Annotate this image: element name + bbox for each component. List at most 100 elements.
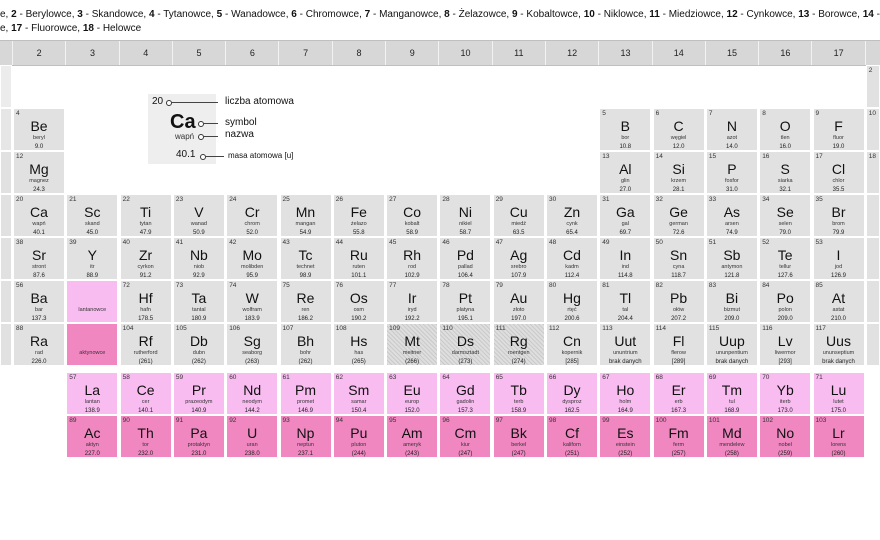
element-cell-lu[interactable]: 71 Lu lutet 175.0: [812, 372, 865, 415]
element-cell-sg[interactable]: 106 Sg seaborg (263): [226, 323, 279, 366]
element-cell-p[interactable]: 15 Pfosfor 31.0: [705, 151, 758, 194]
element-cell-mo[interactable]: 42 Mo molibden 95.9: [226, 237, 279, 280]
element-cell-rg[interactable]: 111 Rg roentgen (274): [492, 323, 545, 366]
element-cell-cm[interactable]: 96 Cm kiur (247): [439, 415, 492, 458]
element-cell-be[interactable]: 4 Be beryl 9.0: [13, 108, 65, 151]
element-cell-bh[interactable]: 107 Bh bohr (262): [279, 323, 332, 366]
element-cell-tc[interactable]: 43 Tc technet 98.9: [279, 237, 332, 280]
element-cell-cr[interactable]: 24 Cr chrom 52.0: [226, 194, 279, 237]
element-cell-partial[interactable]: [865, 280, 880, 323]
element-cell-s[interactable]: 16 Ssiarka 32.1: [759, 151, 812, 194]
element-cell-n[interactable]: 7 Nazot 14.0: [705, 108, 758, 151]
element-cell-mt[interactable]: 109 Mt meitner (266): [386, 323, 439, 366]
element-cell-pr[interactable]: 59 Pr prazeodym 140.9: [172, 372, 225, 415]
element-cell-hs[interactable]: 108 Hs has (265): [332, 323, 385, 366]
element-cell-partial[interactable]: [865, 194, 880, 237]
element-cell-al[interactable]: 13 Al glin 27.0: [599, 151, 652, 194]
element-cell-db[interactable]: 105 Db dubn (262): [172, 323, 225, 366]
element-cell-am[interactable]: 95 Am ameryk (243): [386, 415, 439, 458]
element-cell-y[interactable]: 39 Yitr 88.9: [66, 237, 119, 280]
element-cell-si[interactable]: 14 Si krzem 28.1: [652, 151, 705, 194]
element-cell-es[interactable]: 99 Es einstein (252): [599, 415, 652, 458]
element-cell-au[interactable]: 79 Au złoto 197.0: [492, 280, 545, 323]
element-cell-nd[interactable]: 60 Nd neodym 144.2: [226, 372, 279, 415]
element-cell-sc[interactable]: 21 Sc skand 45.0: [66, 194, 119, 237]
element-cell-ge[interactable]: 32 Ge german 72.6: [652, 194, 705, 237]
element-cell-pb[interactable]: 82 Pb ołów 207.2: [652, 280, 705, 323]
element-cell-label[interactable]: lantanowce: [66, 280, 119, 323]
element-cell-la[interactable]: 57 La lantan 138.9: [66, 372, 119, 415]
element-cell-sm[interactable]: 62 Sm samar 150.4: [332, 372, 385, 415]
element-cell-sb[interactable]: 51 Sb antymon 121.8: [705, 237, 758, 280]
element-cell-as[interactable]: 33 As arsen 74.9: [705, 194, 758, 237]
element-cell-c[interactable]: 6 Cwęgiel 12.0: [652, 108, 705, 151]
element-cell-partial[interactable]: [0, 237, 12, 280]
element-cell-cu[interactable]: 29 Cu miedź 63.5: [492, 194, 545, 237]
element-cell-no[interactable]: 102 No nobel (259): [759, 415, 812, 458]
element-cell-pt[interactable]: 78 Pt platyna 195.1: [439, 280, 492, 323]
element-cell-b[interactable]: 5 Bbor 10.8: [599, 108, 652, 151]
element-cell-br[interactable]: 35 Br brom 79.9: [812, 194, 865, 237]
element-cell-po[interactable]: 84 Po polon 209.0: [759, 280, 812, 323]
element-cell-fl[interactable]: 114 Fl flerow [289]: [652, 323, 705, 366]
element-cell-eu[interactable]: 63 Eu europ 152.0: [386, 372, 439, 415]
element-cell-dy[interactable]: 66 Dy dysproz 162.5: [546, 372, 598, 415]
element-cell-ti[interactable]: 22 Ti tytan 47.9: [119, 194, 172, 237]
element-cell-th[interactable]: 90 Th tor 232.0: [119, 415, 172, 458]
element-cell-pm[interactable]: 61 Pm promet 146.9: [279, 372, 332, 415]
element-cell-cf[interactable]: 98 Cf kaliforn (251): [546, 415, 598, 458]
element-cell-o[interactable]: 8 Otlen 16.0: [759, 108, 812, 151]
element-cell-partial[interactable]: [0, 323, 12, 366]
element-cell-rf[interactable]: 104 Rf rutherford (261): [119, 323, 172, 366]
element-cell-in[interactable]: 49 In ind 114.8: [599, 237, 652, 280]
element-cell-bk[interactable]: 97 Bk berkel (247): [492, 415, 545, 458]
element-cell-ds[interactable]: 110 Ds darmsztadt (273): [439, 323, 492, 366]
element-cell-re[interactable]: 75 Re ren 186.2: [279, 280, 332, 323]
element-cell-zn[interactable]: 30 Zn cynk 65.4: [546, 194, 598, 237]
element-cell-partial[interactable]: [0, 65, 12, 108]
element-cell-gd[interactable]: 64 Gd gadolin 157.3: [439, 372, 492, 415]
element-cell-ru[interactable]: 44 Ru ruten 101.1: [332, 237, 385, 280]
element-cell-i[interactable]: 53 Ijod 126.9: [812, 237, 865, 280]
element-cell-partial[interactable]: [0, 151, 12, 194]
element-cell-co[interactable]: 27 Co kobalt 58.9: [386, 194, 439, 237]
element-cell-ir[interactable]: 77 Ir iryd 192.2: [386, 280, 439, 323]
element-cell-uus[interactable]: 117 Uus ununseptium brak danych: [812, 323, 865, 366]
element-cell-ra[interactable]: 88 Ra rad 226.0: [13, 323, 65, 366]
element-cell-te[interactable]: 52 Te tellur 127.6: [759, 237, 812, 280]
element-cell-ag[interactable]: 47 Ag srebro 107.9: [492, 237, 545, 280]
element-cell-mn[interactable]: 25 Mn mangan 54.9: [279, 194, 332, 237]
element-cell-pu[interactable]: 94 Pu pluton (244): [332, 415, 385, 458]
element-cell-partial[interactable]: [865, 323, 880, 366]
element-cell-ca[interactable]: 20 Ca wapń 40.1: [13, 194, 65, 237]
element-cell-cn[interactable]: 112 Cn kopernik [285]: [546, 323, 598, 366]
element-cell-label[interactable]: aktynowce: [66, 323, 119, 366]
element-cell-mg[interactable]: 12 Mg magnez 24.3: [13, 151, 65, 194]
element-cell-lr[interactable]: 103 Lr lorens (260): [812, 415, 865, 458]
element-cell-uut[interactable]: 113 Uut ununtrium brak danych: [599, 323, 652, 366]
element-cell-pd[interactable]: 46 Pd pallad 106.4: [439, 237, 492, 280]
element-cell-f[interactable]: 9 Ffluor 19.0: [812, 108, 865, 151]
element-cell-lv[interactable]: 116 Lv liwermor [293]: [759, 323, 812, 366]
element-cell-pa[interactable]: 91 Pa protaktyn 231.0: [172, 415, 225, 458]
element-cell-v[interactable]: 23 Vwanad 50.9: [172, 194, 225, 237]
element-cell-er[interactable]: 68 Er erb 167.3: [652, 372, 705, 415]
element-cell-fm[interactable]: 100 Fm ferm (257): [652, 415, 705, 458]
element-cell-ac[interactable]: 89 Ac aktyn 227.0: [66, 415, 119, 458]
element-cell-partial[interactable]: [0, 194, 12, 237]
element-cell-hg[interactable]: 80 Hg rtęć 200.6: [546, 280, 598, 323]
element-cell-at[interactable]: 85 At astat 210.0: [812, 280, 865, 323]
element-cell-tl[interactable]: 81 Tl tal 204.4: [599, 280, 652, 323]
element-cell-partial[interactable]: 10: [865, 108, 880, 151]
element-cell-ga[interactable]: 31 Ga gal 69.7: [599, 194, 652, 237]
element-cell-partial[interactable]: 18: [865, 151, 880, 194]
element-cell-nb[interactable]: 41 Nb niob 92.9: [172, 237, 225, 280]
element-cell-yb[interactable]: 70 Yb iterb 173.0: [759, 372, 812, 415]
element-cell-partial[interactable]: 2: [865, 65, 880, 108]
element-cell-partial[interactable]: [0, 108, 12, 151]
element-cell-hf[interactable]: 72 Hf hafn 178.5: [119, 280, 172, 323]
element-cell-w[interactable]: 74 Wwolfram 183.9: [226, 280, 279, 323]
element-cell-ba[interactable]: 56 Ba bar 137.3: [13, 280, 65, 323]
element-cell-os[interactable]: 76 Os osm 190.2: [332, 280, 385, 323]
element-cell-cl[interactable]: 17 Cl chlor 35.5: [812, 151, 865, 194]
